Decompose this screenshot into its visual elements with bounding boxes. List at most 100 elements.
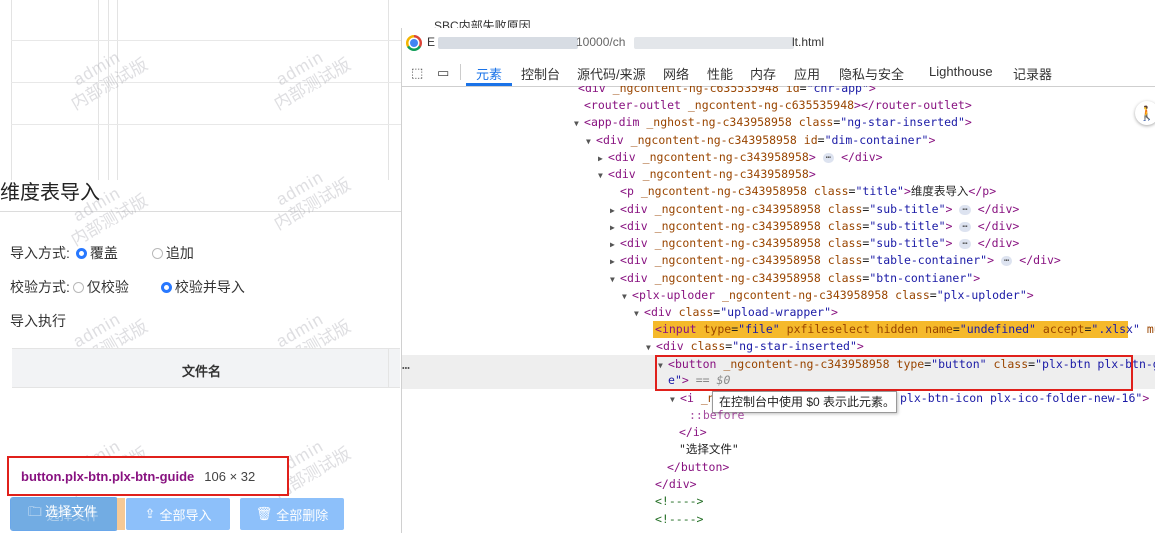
dom-node[interactable]: ▼ <div class="upload-wrapper">: [634, 304, 838, 321]
grid-line: [117, 0, 118, 180]
table-divider: [388, 348, 389, 388]
devtools-window: E 10000/ch lt.html ⬚ ▭ 元素 控制台 源代码/来源 网络 …: [402, 28, 1155, 533]
dom-node[interactable]: </i>: [679, 424, 707, 441]
inspect-size: 106 × 32: [204, 469, 256, 484]
import-mode-label: 导入方式:: [10, 245, 70, 261]
watermark: admin内部测试版: [67, 47, 151, 114]
dom-node[interactable]: ▼ <div _ngcontent-ng-c343958958 class="bt…: [610, 270, 980, 287]
chrome-logo-icon: [406, 35, 422, 51]
expand-triangle-icon: ▼: [610, 275, 615, 284]
tab-application[interactable]: 应用: [794, 64, 820, 83]
verify-mode-row: 校验方式: 仅校验 校验并导入: [10, 277, 273, 297]
dom-node-text[interactable]: "选择文件": [679, 441, 739, 458]
ellipsis-icon: ⋯: [959, 221, 971, 232]
expand-triangle-icon: ▼: [598, 171, 603, 180]
tab-elements[interactable]: 元素: [476, 64, 502, 83]
radio-append[interactable]: 追加: [151, 243, 194, 263]
dom-node-fragment: plx-btn-icon plx-ico-folder-new-16">: [900, 391, 1150, 405]
dom-node[interactable]: ▶ <div _ngcontent-ng-c343958958 class="ta…: [610, 252, 1061, 269]
radio-unchecked-icon: [151, 247, 163, 259]
tab-recorder[interactable]: 记录器: [1013, 64, 1052, 83]
folder-new-icon: 🗀: [28, 504, 42, 519]
blurred-title: [634, 37, 794, 49]
expand-triangle-icon: ▼: [646, 343, 651, 352]
title-divider: [0, 211, 402, 212]
dom-node-comment[interactable]: <!---->: [655, 511, 703, 528]
dom-node[interactable]: ▼ <div _ngcontent-ng-c343958958 id="dim-c…: [586, 132, 935, 149]
tab-performance[interactable]: 性能: [707, 64, 733, 83]
verify-mode-label: 校验方式:: [10, 279, 70, 295]
ellipsis-icon: ⋯: [1000, 255, 1013, 266]
tab-memory[interactable]: 内存: [750, 64, 776, 83]
dom-node[interactable]: </div>: [655, 476, 697, 493]
grid-line: [11, 124, 401, 125]
grid-line: [108, 0, 109, 180]
dom-node[interactable]: ▶ <div _ngcontent-ng-c343958958 class="su…: [610, 235, 1019, 252]
grid-line: [98, 0, 99, 180]
tab-sources[interactable]: 源代码/来源: [577, 64, 646, 83]
dom-node[interactable]: ▼ <div class="ng-star-inserted">: [646, 338, 864, 355]
grid-line: [11, 82, 401, 83]
tab-console[interactable]: 控制台: [521, 64, 560, 83]
upload-icon: ⇪: [144, 506, 156, 521]
radio-checked-icon: [75, 247, 87, 259]
node-actions-dots[interactable]: …: [402, 358, 411, 373]
expand-triangle-icon: ▼: [586, 137, 591, 146]
dom-node[interactable]: ▼ <plx-uploder _ngcontent-ng-c343958958 c…: [622, 287, 1034, 304]
watermark: admin内部测试版: [270, 167, 354, 234]
dom-node-input[interactable]: <input type="file" pxfileselect hidden n…: [655, 321, 1155, 338]
dom-node[interactable]: ▶ <div _ngcontent-ng-c343958958 class="su…: [610, 218, 1019, 235]
dom-tree[interactable]: <div _ngcontent-ng-c635535948 id="chr-ap…: [402, 86, 1155, 533]
grid-line: [11, 40, 401, 41]
import-mode-row: 导入方式: 覆盖 追加: [10, 243, 222, 263]
radio-unchecked-icon: [72, 281, 84, 293]
dom-node[interactable]: <div _ngcontent-ng-c635535948 id="chr-ap…: [578, 86, 876, 97]
radio-verify-import[interactable]: 校验并导入: [160, 277, 245, 297]
collapse-triangle-icon: ▶: [610, 223, 615, 232]
import-all-button[interactable]: ⇪ 全部导入: [126, 498, 230, 530]
tab-network[interactable]: 网络: [663, 64, 689, 83]
blurred-title: [438, 37, 578, 49]
expand-triangle-icon: ▼: [670, 395, 675, 404]
ellipsis-icon: ⋯: [822, 152, 835, 163]
grid-line: [11, 0, 12, 180]
tab-lighthouse[interactable]: Lighthouse: [929, 64, 993, 79]
dom-node[interactable]: ▶ <div _ngcontent-ng-c343958958 class="su…: [610, 201, 1019, 218]
dom-node[interactable]: <p _ngcontent-ng-c343958958 class="title…: [620, 183, 996, 200]
inspect-classes: .plx-btn.plx-btn-guide: [61, 469, 195, 484]
annotation-red-box: [655, 355, 1133, 391]
trash-icon: 🗑: [255, 506, 273, 521]
page-title: 维度表导入: [0, 182, 100, 204]
accessibility-icon[interactable]: 🚶: [1135, 101, 1155, 125]
collapse-triangle-icon: ▶: [598, 154, 603, 163]
inspect-margin-highlight: [117, 498, 125, 530]
exec-label: 导入执行: [10, 313, 66, 329]
dom-node[interactable]: ▼ <div _ngcontent-ng-c343958958>: [598, 166, 816, 183]
expand-triangle-icon: ▼: [622, 292, 627, 301]
dom-node[interactable]: ▼ <i _n: [670, 390, 715, 407]
radio-overwrite[interactable]: 覆盖: [75, 243, 118, 263]
select-file-label-overlay: 🗀 选择文件: [28, 504, 98, 519]
dom-node-pseudo[interactable]: ::before: [689, 407, 744, 424]
collapse-triangle-icon: ▶: [610, 240, 615, 249]
dom-node[interactable]: ▶ <div _ngcontent-ng-c343958958> ⋯ </div>: [598, 149, 883, 166]
delete-all-button[interactable]: 🗑 全部删除: [240, 498, 344, 530]
title-prefix: E: [427, 35, 436, 49]
device-toolbar-icon[interactable]: ▭: [437, 65, 449, 81]
dom-node[interactable]: </button>: [667, 459, 729, 476]
inspect-element-icon[interactable]: ⬚: [411, 65, 423, 81]
collapse-triangle-icon: ▶: [610, 257, 615, 266]
expand-triangle-icon: ▼: [634, 309, 639, 318]
toolbar-separator: [460, 64, 461, 80]
dom-node[interactable]: <router-outlet _ngcontent-ng-c635535948>…: [584, 97, 972, 114]
expand-triangle-icon: ▼: [574, 119, 579, 128]
title-suffix: lt.html: [792, 35, 825, 49]
dom-node-comment[interactable]: <!---->: [655, 493, 703, 510]
radio-checked-icon: [160, 281, 172, 293]
ellipsis-icon: ⋯: [959, 204, 971, 215]
grid-line: [388, 0, 389, 180]
inspect-tooltip: button.plx-btn.plx-btn-guide 106 × 32: [7, 456, 289, 496]
dom-node[interactable]: ▼ <app-dim _nghost-ng-c343958958 class="n…: [574, 114, 972, 131]
tab-privacy-security[interactable]: 隐私与安全: [839, 64, 904, 83]
radio-verify-only[interactable]: 仅校验: [72, 277, 129, 297]
